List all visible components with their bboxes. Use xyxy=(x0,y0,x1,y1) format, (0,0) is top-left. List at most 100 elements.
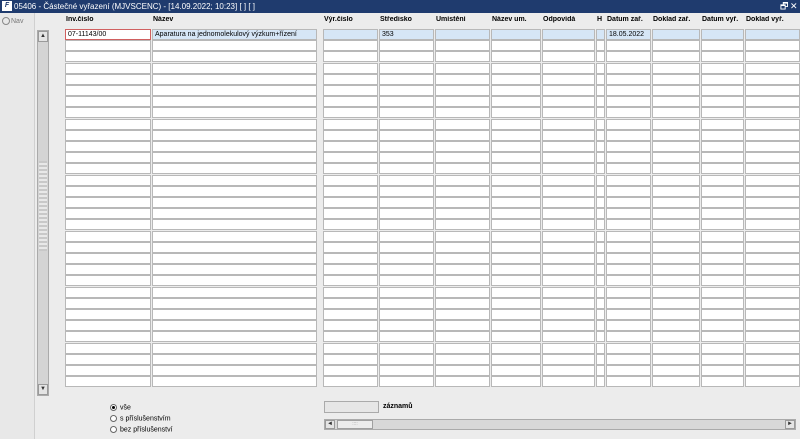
cell-doklad_zar[interactable] xyxy=(652,85,700,96)
column-header-doklad_vyr[interactable]: Doklad vyř. xyxy=(746,16,800,23)
cell-inv[interactable] xyxy=(65,85,151,96)
cell-odpovida[interactable] xyxy=(542,107,595,119)
cell-stredisko[interactable] xyxy=(379,85,434,96)
cell-datum_vyr[interactable] xyxy=(701,129,744,141)
cell-doklad_zar[interactable] xyxy=(652,107,700,119)
cell-umisteni[interactable] xyxy=(435,208,490,220)
cell-doklad_zar[interactable] xyxy=(652,320,700,332)
cell-nazev_um[interactable] xyxy=(491,253,541,264)
cell-vyr[interactable] xyxy=(323,107,378,119)
vertical-scrollbar[interactable]: ▲ ▼ xyxy=(37,30,49,396)
cell-umisteni[interactable] xyxy=(435,309,490,320)
cell-inv[interactable] xyxy=(65,297,151,309)
cell-nazev_um[interactable] xyxy=(491,241,541,253)
cell-vyr[interactable] xyxy=(323,129,378,141)
scroll-left-icon[interactable]: ◄ xyxy=(325,420,335,429)
radio-selected-icon[interactable] xyxy=(110,404,117,411)
cell-h[interactable] xyxy=(596,141,605,152)
cell-nazev_um[interactable] xyxy=(491,40,541,52)
cell-h[interactable] xyxy=(596,29,605,40)
cell-nazev_um[interactable] xyxy=(491,365,541,376)
cell-h[interactable] xyxy=(596,197,605,208)
cell-h[interactable] xyxy=(596,51,605,63)
cell-umisteni[interactable] xyxy=(435,152,490,164)
cell-odpovida[interactable] xyxy=(542,275,595,287)
cell-doklad_vyr[interactable] xyxy=(745,185,800,197)
cell-vyr[interactable] xyxy=(323,208,378,220)
cell-datum_zar[interactable] xyxy=(606,365,651,376)
cell-stredisko[interactable] xyxy=(379,342,434,354)
column-header-nazev_um[interactable]: Název um. xyxy=(492,16,542,23)
cell-datum_vyr[interactable] xyxy=(701,197,744,208)
cell-datum_zar[interactable] xyxy=(606,73,651,85)
cell-nazev_um[interactable] xyxy=(491,197,541,208)
cell-odpovida[interactable] xyxy=(542,297,595,309)
cell-h[interactable] xyxy=(596,96,605,108)
cell-inv[interactable] xyxy=(65,264,151,276)
cell-doklad_zar[interactable] xyxy=(652,353,700,365)
cell-inv[interactable] xyxy=(65,107,151,119)
cell-h[interactable] xyxy=(596,40,605,52)
cell-nazev[interactable] xyxy=(152,62,317,74)
cell-odpovida[interactable] xyxy=(542,29,595,40)
cell-vyr[interactable] xyxy=(323,73,378,85)
cell-nazev_um[interactable] xyxy=(491,51,541,63)
cell-vyr[interactable] xyxy=(323,152,378,164)
cell-odpovida[interactable] xyxy=(542,253,595,264)
cell-stredisko[interactable] xyxy=(379,40,434,52)
cell-doklad_vyr[interactable] xyxy=(745,253,800,264)
cell-h[interactable] xyxy=(596,342,605,354)
scrollbar-thumb[interactable]: :::: xyxy=(337,420,373,429)
cell-inv[interactable] xyxy=(65,286,151,298)
cell-vyr[interactable] xyxy=(323,29,378,40)
cell-doklad_vyr[interactable] xyxy=(745,275,800,287)
cell-vyr[interactable] xyxy=(323,85,378,96)
cell-vyr[interactable] xyxy=(323,275,378,287)
cell-odpovida[interactable] xyxy=(542,197,595,208)
cell-doklad_zar[interactable] xyxy=(652,275,700,287)
cell-nazev_um[interactable] xyxy=(491,353,541,365)
cell-h[interactable] xyxy=(596,62,605,74)
cell-nazev[interactable] xyxy=(152,174,317,186)
cell-doklad_zar[interactable] xyxy=(652,40,700,52)
cell-h[interactable] xyxy=(596,118,605,130)
cell-nazev[interactable] xyxy=(152,230,317,242)
cell-datum_zar[interactable] xyxy=(606,320,651,332)
cell-vyr[interactable] xyxy=(323,118,378,130)
cell-doklad_zar[interactable] xyxy=(652,208,700,220)
cell-stredisko[interactable] xyxy=(379,208,434,220)
cell-stredisko[interactable] xyxy=(379,152,434,164)
cell-umisteni[interactable] xyxy=(435,118,490,130)
cell-nazev[interactable] xyxy=(152,85,317,96)
cell-doklad_vyr[interactable] xyxy=(745,141,800,152)
cell-nazev[interactable]: Aparatura na jednomolekulový výzkum+říze… xyxy=(152,29,317,40)
cell-stredisko[interactable] xyxy=(379,107,434,119)
cell-umisteni[interactable] xyxy=(435,365,490,376)
cell-umisteni[interactable] xyxy=(435,342,490,354)
cell-h[interactable] xyxy=(596,365,605,376)
cell-odpovida[interactable] xyxy=(542,141,595,152)
cell-umisteni[interactable] xyxy=(435,40,490,52)
cell-vyr[interactable] xyxy=(323,174,378,186)
cell-nazev_um[interactable] xyxy=(491,331,541,343)
cell-umisteni[interactable] xyxy=(435,286,490,298)
cell-umisteni[interactable] xyxy=(435,163,490,175)
cell-umisteni[interactable] xyxy=(435,96,490,108)
cell-odpovida[interactable] xyxy=(542,208,595,220)
cell-doklad_zar[interactable] xyxy=(652,174,700,186)
cell-doklad_vyr[interactable] xyxy=(745,197,800,208)
cell-datum_vyr[interactable] xyxy=(701,208,744,220)
cell-doklad_zar[interactable] xyxy=(652,376,700,388)
cell-doklad_vyr[interactable] xyxy=(745,241,800,253)
cell-nazev[interactable] xyxy=(152,309,317,320)
cell-umisteni[interactable] xyxy=(435,107,490,119)
column-header-datum_zar[interactable]: Datum zař. xyxy=(607,16,652,23)
cell-stredisko[interactable] xyxy=(379,331,434,343)
cell-datum_zar[interactable] xyxy=(606,141,651,152)
cell-doklad_zar[interactable] xyxy=(652,129,700,141)
cell-stredisko[interactable] xyxy=(379,353,434,365)
cell-inv[interactable] xyxy=(65,241,151,253)
column-header-vyr[interactable]: Výr.číslo xyxy=(324,16,379,23)
cell-inv[interactable] xyxy=(65,96,151,108)
cell-vyr[interactable] xyxy=(323,353,378,365)
